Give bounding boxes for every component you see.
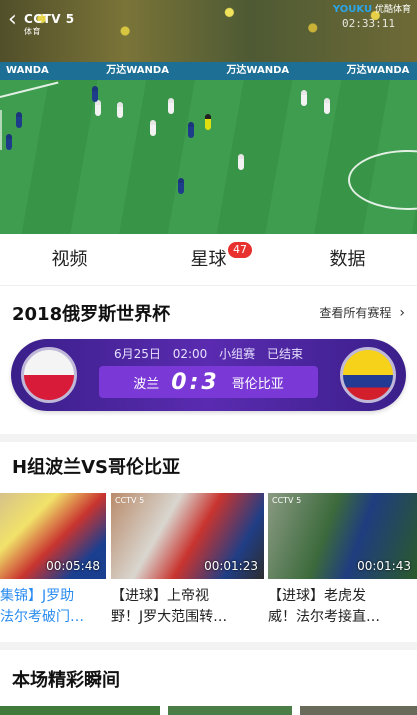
- ad-board-text: WANDA: [6, 65, 49, 76]
- video-caption[interactable]: 【进球】上帝视 野！J罗大范围转…: [111, 586, 264, 628]
- watermark-sub: 优酷体育: [374, 5, 411, 15]
- tab-label: 视频: [51, 249, 88, 270]
- match-status: 已结束: [266, 347, 303, 361]
- video-thumbnail[interactable]: 00:05:48: [0, 493, 106, 579]
- footballer: [16, 112, 22, 128]
- highlight-thumbnail[interactable]: [168, 706, 292, 715]
- watermark-brand: YOUKU: [332, 4, 373, 15]
- cctv-watermark: CCTV 5: [115, 496, 145, 505]
- highlight-thumbnail[interactable]: [300, 706, 417, 715]
- footballer: [301, 90, 307, 106]
- footballer: [150, 120, 156, 136]
- notification-badge: 47: [228, 242, 252, 258]
- footballer: [92, 86, 98, 102]
- score-separator: :: [189, 369, 202, 395]
- video-caption[interactable]: 集锦】J罗助 法尔考破门…: [0, 586, 106, 628]
- footballer: [178, 178, 184, 194]
- match-meta: 6月25日 02:00 小组赛 已结束: [11, 345, 406, 362]
- see-all-schedule-link[interactable]: 查看所有赛程 ›: [319, 304, 405, 321]
- referee: [205, 114, 211, 130]
- caption-line: 威！法尔考接直…: [268, 609, 380, 625]
- tab-bar: 视频 星球 47 数据: [0, 234, 417, 286]
- video-duration: 00:01:43: [357, 559, 411, 573]
- score-bar: 波兰 0:3 哥伦比亚: [99, 366, 318, 398]
- away-score: 3: [201, 369, 220, 395]
- pitch: [0, 80, 417, 234]
- footballer: [168, 98, 174, 114]
- caption-line: 集锦】J罗助: [0, 588, 75, 604]
- event-title: 2018俄罗斯世界杯: [12, 304, 171, 325]
- footballer: [238, 154, 244, 170]
- footballer: [95, 100, 101, 116]
- channel-sub: 体育: [24, 27, 41, 36]
- tab-data[interactable]: 数据: [278, 234, 417, 285]
- ad-board-text: 万达WANDA: [226, 65, 290, 76]
- youku-watermark: YOUKU 优酷体育: [333, 2, 411, 15]
- match-card[interactable]: 6月25日 02:00 小组赛 已结束 波兰 0:3 哥伦比亚: [11, 339, 406, 411]
- see-all-label: 查看所有赛程: [319, 306, 392, 320]
- highlight-thumbnail[interactable]: [0, 706, 160, 715]
- cctv-watermark: CCTV 5: [272, 496, 302, 505]
- tab-label: 数据: [329, 249, 366, 270]
- caption-line: 【进球】上帝视: [111, 588, 209, 604]
- match-stage: 小组赛: [219, 347, 256, 361]
- section-divider: [0, 642, 417, 650]
- tab-planet[interactable]: 星球 47: [139, 234, 278, 285]
- scoreline: 0:3: [171, 370, 219, 395]
- group-section-title: H组波兰VS哥伦比亚: [12, 457, 180, 478]
- tab-video[interactable]: 视频: [0, 234, 139, 285]
- video-caption[interactable]: 【进球】老虎发 威！法尔考接直…: [268, 586, 417, 628]
- home-score: 0: [171, 369, 190, 395]
- section-divider: [0, 434, 417, 442]
- match-time: 02:00: [172, 347, 208, 361]
- away-team: 哥伦比亚: [231, 376, 284, 392]
- video-duration: 00:05:48: [46, 559, 100, 573]
- video-thumbnail[interactable]: CCTV 5 00:01:23: [111, 493, 264, 579]
- highlights-title: 本场精彩瞬间: [12, 670, 120, 691]
- ad-board: WANDA 万达WANDA 万达WANDA 万达WANDA: [0, 62, 417, 80]
- match-page: WANDA 万达WANDA 万达WANDA 万达WANDA ‹ CCTV 5 体…: [0, 0, 417, 715]
- footballer: [6, 134, 12, 150]
- caption-line: 【进球】老虎发: [268, 588, 366, 604]
- channel-name: CCTV 5: [24, 12, 75, 26]
- footballer: [324, 98, 330, 114]
- ad-board-text: 万达WANDA: [106, 65, 169, 76]
- video-duration: 00:01:23: [204, 559, 258, 573]
- video-player[interactable]: WANDA 万达WANDA 万达WANDA 万达WANDA ‹ CCTV 5 体…: [0, 0, 417, 234]
- caption-line: 法尔考破门…: [0, 609, 84, 625]
- tab-label: 星球: [190, 249, 227, 270]
- footballer: [117, 102, 123, 118]
- ad-board-text: 万达WANDA: [346, 65, 410, 76]
- video-thumbnail[interactable]: CCTV 5 00:01:43: [268, 493, 417, 579]
- caption-line: 野！J罗大范围转…: [111, 609, 228, 625]
- channel-logo: CCTV 5 体育: [24, 12, 75, 37]
- stream-time: 02:33:11: [342, 17, 395, 30]
- footballer: [188, 122, 194, 138]
- chevron-right-icon: ›: [399, 305, 405, 321]
- home-team: 波兰: [133, 376, 160, 392]
- pitch-line: [0, 110, 2, 150]
- match-date: 6月25日: [113, 347, 161, 361]
